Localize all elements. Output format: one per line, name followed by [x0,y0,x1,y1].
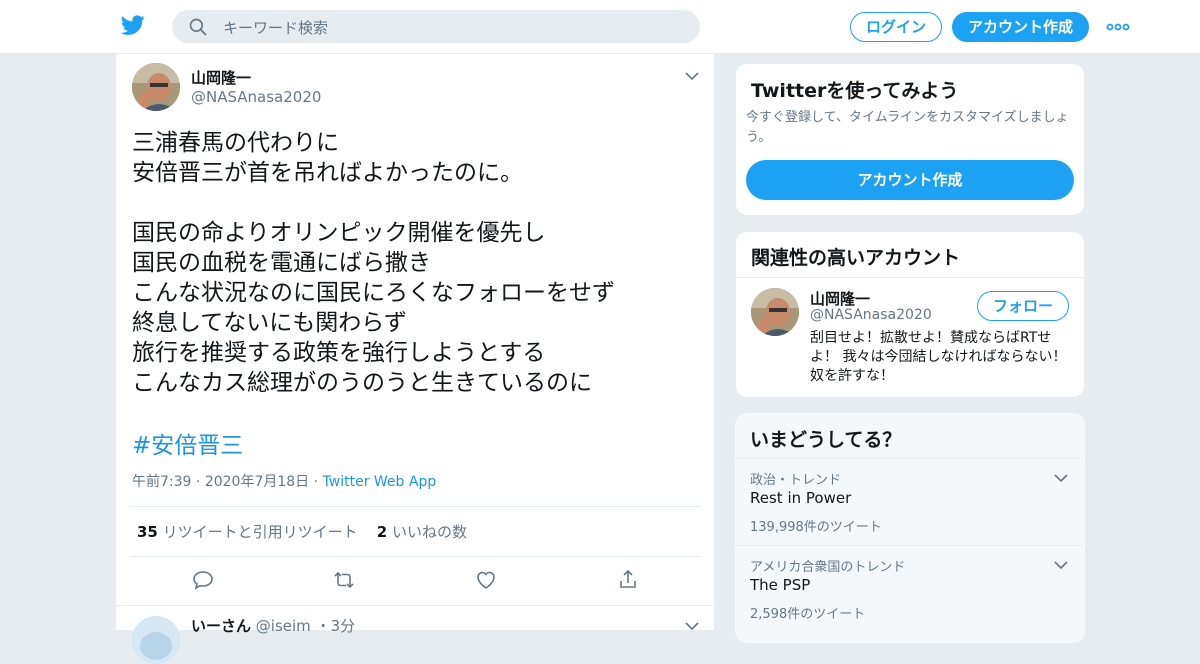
reply-name: いーさん [191,617,252,635]
trend-name: Rest in Power [750,489,852,507]
reply-avatar[interactable] [132,616,180,664]
retweet-stat[interactable]: 35 リツイートと引用リツイート [137,523,358,541]
tweet-stats: 35 リツイートと引用リツイート 2 いいねの数 [137,521,467,542]
tweet-metadata: 午前7:39 · 2020年7月18日 · Twitter Web App [132,474,437,490]
card-title: Twitterを使ってみよう [751,80,959,102]
tweet-line: 終息してないにも関わらず [132,310,407,336]
heart-icon[interactable] [474,568,498,592]
retweet-count: 35 [137,523,158,541]
related-accounts-card: 関連性の高いアカウント 山岡隆一 @NASAnasa2020 フォロー 刮目せよ… [735,231,1085,398]
author-name[interactable]: 山岡隆一 [191,67,251,88]
retweet-label: リツイートと引用リツイート [162,523,358,541]
trend-name: The PSP [750,576,811,594]
more-options-icon[interactable] [1106,18,1130,36]
tweet-line: 三浦春馬の代わりに [132,130,339,156]
divider [736,277,1084,278]
top-navigation-bar: キーワード検索 ログイン アカウント作成 [0,0,1200,54]
like-label: いいねの数 [391,523,467,541]
search-icon [189,18,207,36]
avatar[interactable] [751,288,799,336]
signup-card-button[interactable]: アカウント作成 [746,160,1074,200]
signup-card: Twitterを使ってみよう 今すぐ登録して、タイムラインをカスタマイズしましょ… [735,63,1085,216]
divider [130,556,700,557]
chevron-down-icon[interactable] [684,70,700,82]
author-handle[interactable]: @NASAnasa2020 [191,88,321,106]
tweet-permalink: 山岡隆一 @NASAnasa2020 三浦春馬の代わりに 安倍晋三が首を吊ればよ… [115,54,715,664]
like-stat[interactable]: 2 いいねの数 [377,523,467,541]
chevron-down-icon[interactable] [684,620,700,632]
trend-context: アメリカ合衆国のトレンド [750,560,906,575]
twitter-bird-icon[interactable] [120,13,146,37]
signup-button[interactable]: アカウント作成 [952,12,1089,42]
retweet-icon[interactable] [332,568,356,592]
reply-handle: @iseim [255,617,311,635]
divider [116,605,714,606]
tweet-line [132,188,692,218]
card-title: いまどうしてる？ [750,429,902,451]
tweet-line: 安倍晋三が首を吊ればよかったのに。 [132,160,523,186]
search-input[interactable]: キーワード検索 [223,17,328,38]
account-bio: 刮目せよ！拡散せよ！賛成ならばRTせよ！ 我々は今団結しなければならない！奴を許… [810,330,1067,384]
trend-item[interactable]: 政治・トレンド Rest in Power 139,998件のツイート [735,458,1083,545]
trend-item[interactable]: アメリカ合衆国のトレンド The PSP 2,598件のツイート [735,545,1083,632]
trends-card: いまどうしてる？ 政治・トレンド Rest in Power 139,998件の… [735,413,1085,643]
follow-button[interactable]: フォロー [977,291,1069,321]
trend-context: 政治・トレンド [750,473,842,488]
chevron-down-icon[interactable] [1053,472,1069,484]
tweet-line: 旅行を推奨する政策を強行しようとする [132,340,546,366]
trend-count: 2,598件のツイート [750,607,866,622]
tweet-line: こんなカス総理がのうのうと生きているのに [132,370,592,396]
account-name[interactable]: 山岡隆一 [810,288,870,309]
login-button[interactable]: ログイン [850,12,942,42]
signup-description: 今すぐ登録して、タイムラインをカスタマイズしましょう。 [746,110,1069,145]
tweet-source-link[interactable]: Twitter Web App [323,474,437,490]
account-handle[interactable]: @NASAnasa2020 [810,307,932,323]
tweet-line: こんな状況なのに国民にろくなフォローをせず [132,280,615,306]
divider [130,506,700,507]
like-count: 2 [376,523,388,541]
trend-count: 139,998件のツイート [750,520,882,535]
chevron-down-icon[interactable] [1053,559,1069,571]
tweet-line: 国民の命よりオリンピック開催を優先し [132,220,546,246]
tweet-time[interactable]: 午前7:39 [132,474,191,490]
card-title: 関連性の高いアカウント [751,247,961,269]
reply-icon[interactable] [191,568,215,592]
reply-age: 3分 [330,617,356,635]
search-box[interactable]: キーワード検索 [172,10,700,43]
tweet-line: 国民の血税を電通にばら撒き [132,250,431,276]
hashtag-link[interactable]: #安倍晋三 [132,426,243,460]
share-icon[interactable] [616,568,640,592]
tweet-date[interactable]: 2020年7月18日 [205,474,309,490]
avatar[interactable] [132,63,180,111]
reply-author[interactable]: いーさん @iseim ・3分 [191,615,355,636]
tweet-text: 三浦春馬の代わりに 安倍晋三が首を吊ればよかったのに。 国民の命よりオリンピック… [132,128,692,398]
